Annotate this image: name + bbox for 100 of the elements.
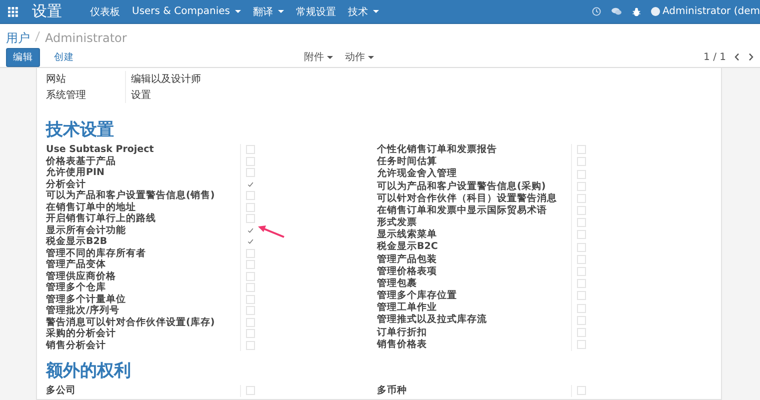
setting-label: 分析会计 [46, 178, 87, 190]
setting-label: 管理多个计量单位 [46, 294, 127, 304]
checkbox[interactable] [577, 254, 586, 264]
checkbox[interactable] [577, 316, 586, 325]
setting-label: 采购的分析会计 [46, 328, 117, 340]
checkbox[interactable] [246, 214, 255, 224]
checkbox[interactable] [246, 180, 255, 189]
menu-item[interactable]: 仪表板 [90, 4, 120, 18]
user-menu[interactable]: Administrator (dem [662, 6, 760, 17]
bug-icon[interactable] [632, 6, 640, 16]
caret-icon [327, 56, 333, 58]
checkbox[interactable] [246, 306, 255, 316]
checkbox[interactable] [246, 260, 255, 270]
menu-item[interactable]: Users & Companies [132, 6, 241, 17]
setting-label: 可以为产品和客户设置警告信息(采购) [377, 180, 547, 192]
setting-label: 警告消息可以针对合作伙伴设置(库存) [46, 316, 216, 328]
checkbox[interactable] [577, 182, 586, 191]
setting-label: 管理产品变体 [46, 259, 107, 270]
checkbox[interactable] [577, 386, 586, 396]
checkbox[interactable] [577, 279, 586, 288]
clock-icon[interactable] [592, 7, 600, 16]
setting-label: 价格表基于产品 [46, 156, 117, 167]
setting-label: 管理多个仓库 [46, 282, 107, 294]
setting-label: 在销售订单和发票中显示国际贸易术语 [377, 204, 548, 216]
setting-label: 管理产品包装 [377, 254, 438, 266]
checkbox[interactable] [246, 248, 255, 258]
caret-icon [368, 56, 374, 58]
setting-label: 销售分析会计 [46, 340, 107, 351]
setting-label: 可以为产品和客户设置警告信息(销售) [46, 190, 216, 202]
field-value: 编辑以及设计师 [130, 72, 202, 87]
breadcrumb-link[interactable]: 用户 [6, 30, 30, 47]
menu-item[interactable]: 常规设置 [296, 4, 336, 18]
app-title: 设置 [32, 2, 62, 21]
checkbox[interactable] [577, 230, 586, 240]
checkbox[interactable] [577, 194, 586, 203]
field-label: 系统管理 [46, 87, 126, 103]
dropdown-button[interactable]: 附件 [304, 50, 333, 64]
checkbox[interactable] [246, 294, 255, 304]
checkbox[interactable] [246, 226, 255, 235]
next-icon[interactable] [748, 53, 754, 61]
apps-grid-icon[interactable] [8, 6, 18, 16]
checkbox[interactable] [577, 266, 586, 276]
setting-label: 形式发票 [377, 217, 418, 228]
checkbox[interactable] [246, 283, 255, 292]
pager-counter: 1 / 1 [704, 52, 726, 62]
setting-label: 在销售订单中的地址 [46, 202, 137, 212]
checkbox[interactable] [577, 340, 586, 350]
checkbox[interactable] [577, 242, 586, 252]
avatar-icon [650, 7, 660, 16]
setting-label: 管理价格表项 [377, 266, 438, 278]
setting-label: 显示线索菜单 [377, 229, 438, 241]
setting-label: 显示所有会计功能 [46, 224, 127, 236]
setting-label: 开启销售订单行上的路线 [46, 213, 157, 224]
checkbox[interactable] [246, 145, 255, 154]
setting-label: 管理包裹 [377, 278, 418, 290]
checkbox[interactable] [246, 237, 255, 246]
setting-label: 订单行折扣 [377, 326, 428, 338]
setting-label: 多币种 [377, 385, 408, 396]
checkbox[interactable] [577, 328, 586, 337]
setting-label: 税金显示B2C [377, 241, 439, 253]
chat-icon[interactable] [610, 7, 622, 16]
field-value: 设置 [130, 88, 152, 103]
checkbox[interactable] [577, 157, 586, 166]
checkbox[interactable] [246, 168, 255, 178]
setting-label: 多公司 [46, 385, 77, 396]
checkbox[interactable] [246, 272, 255, 281]
checkbox[interactable] [246, 202, 255, 212]
dropdown-button[interactable]: 动作 [345, 50, 374, 64]
setting-label: 允许使用PIN [46, 167, 106, 178]
previous-icon[interactable] [734, 53, 740, 61]
edit-button[interactable]: 编辑 [6, 48, 40, 66]
create-button[interactable]: 创建 [46, 48, 82, 66]
section-title: 额外的权利 [46, 361, 132, 381]
checkbox[interactable] [577, 304, 586, 312]
checkbox[interactable] [246, 386, 255, 396]
checkbox[interactable] [246, 340, 255, 350]
checkbox[interactable] [577, 291, 586, 300]
menu-item[interactable]: 技术 [348, 4, 379, 18]
checkbox[interactable] [577, 206, 586, 216]
setting-label: 管理供应商价格 [46, 270, 117, 282]
setting-label: 管理工单作业 [377, 302, 438, 314]
menu-item[interactable]: 翻译 [252, 4, 284, 18]
separator-icon [35, 31, 40, 42]
checkbox[interactable] [246, 156, 255, 166]
setting-label: 销售价格表 [377, 338, 428, 350]
section-title: 技术设置 [46, 120, 115, 140]
setting-label: 任务时间估算 [377, 156, 438, 168]
checkbox[interactable] [577, 145, 586, 154]
setting-label: 可以针对合作伙伴（科目）设置警告消息 [377, 192, 558, 204]
setting-label: 管理多个库存位置 [377, 290, 458, 302]
checkbox[interactable] [246, 318, 255, 327]
checkbox[interactable] [246, 191, 255, 200]
checkbox[interactable] [246, 329, 255, 338]
checkbox[interactable] [577, 170, 586, 179]
setting-label: 税金显示B2B [46, 236, 108, 248]
setting-label: 管理批次/序列号 [46, 305, 120, 316]
setting-label: 管理推式以及拉式库存流 [377, 314, 488, 326]
setting-label: Use Subtask Project [46, 144, 155, 156]
checkbox[interactable] [577, 218, 586, 228]
breadcrumb-current: Administrator [45, 31, 127, 45]
